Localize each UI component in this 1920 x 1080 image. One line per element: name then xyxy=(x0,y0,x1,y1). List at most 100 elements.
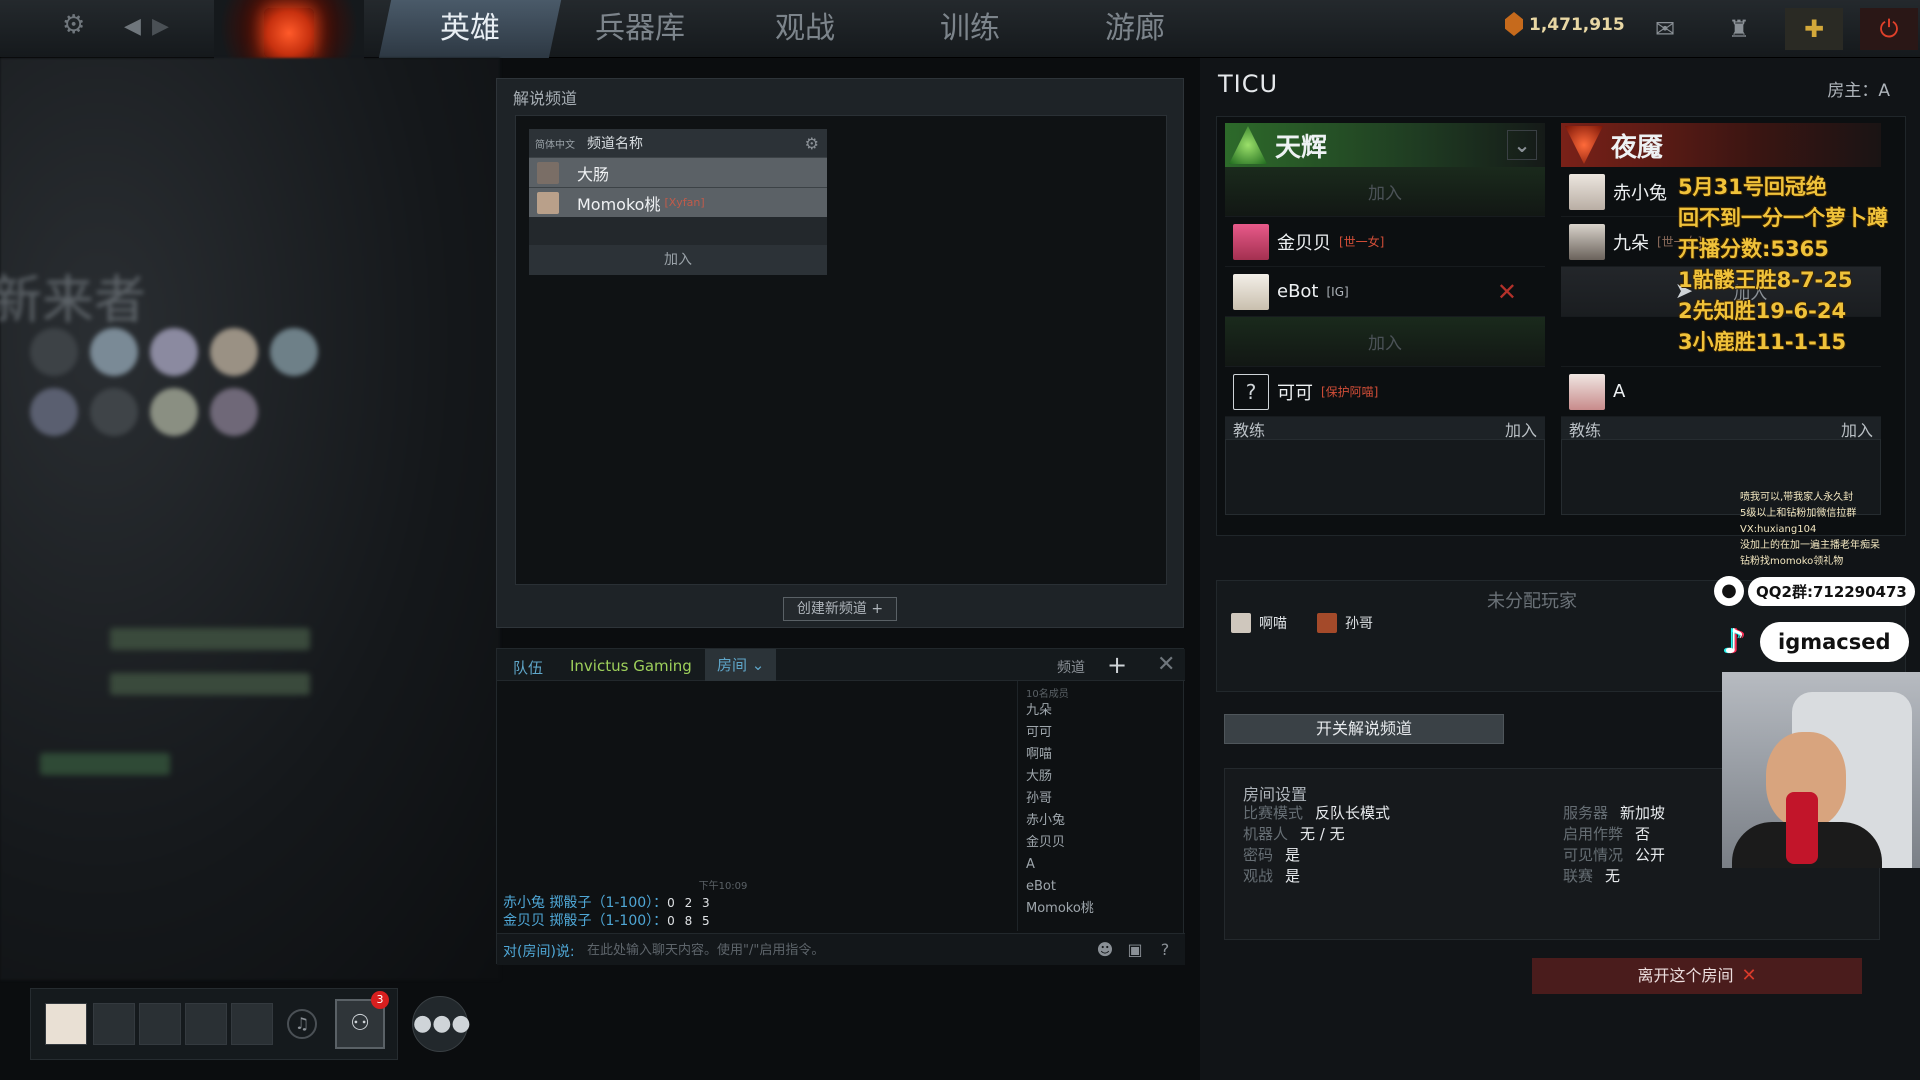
gear-icon[interactable]: ⚙ xyxy=(805,134,819,153)
unknown-avatar-icon: ? xyxy=(1233,373,1269,410)
member-list: 10名成员 九朵 可可 啊喵 大肠 孙哥 赤小兔 金贝贝 A eBot Momo… xyxy=(1017,681,1185,931)
tab-armory[interactable]: 兵器库 xyxy=(549,0,731,58)
player-slot[interactable]: eBot [IG] ✕ xyxy=(1225,267,1545,317)
channel-row[interactable]: 大肠 xyxy=(529,157,827,187)
player-slot[interactable]: ? 可可 [保护阿喵] xyxy=(1225,367,1545,417)
player-tag: [IG] xyxy=(1326,284,1349,299)
power-icon[interactable]: ⏻ xyxy=(1860,8,1918,50)
member-item[interactable]: 大肠 xyxy=(1026,766,1185,788)
caster-channel-panel: 解说频道 简体中文 频道名称 ⚙ 大肠 Momoko桃 [Xyfan] 加入 创… xyxy=(496,78,1184,628)
setting-row: 机器人无 / 无 xyxy=(1243,825,1345,843)
toggle-caster-channel-button[interactable]: 开关解说频道 xyxy=(1224,714,1504,744)
chat-input[interactable] xyxy=(587,938,1067,962)
channel-tag: [Xyfan] xyxy=(664,196,705,209)
tab-heroes[interactable]: 英雄 xyxy=(378,0,562,58)
member-item[interactable]: 赤小兔 xyxy=(1026,810,1185,832)
lobby-title: TICU xyxy=(1218,70,1279,98)
join-channel-button[interactable]: 加入 xyxy=(529,245,827,275)
close-icon[interactable]: ✕ xyxy=(1157,652,1175,677)
setting-row: 密码是 xyxy=(1243,846,1301,864)
tiktok-badge: ♪ igmacsed xyxy=(1714,620,1909,664)
language-label[interactable]: 简体中文 xyxy=(535,136,575,151)
member-item[interactable]: eBot xyxy=(1026,876,1185,898)
blurred-bar xyxy=(110,673,310,695)
join-slot-button[interactable]: 加入 xyxy=(1225,167,1545,217)
coach-slot[interactable] xyxy=(1225,439,1545,515)
gear-icon[interactable]: ⚙ xyxy=(62,10,85,40)
chat-timestamp: 下午10:09 xyxy=(698,881,748,892)
member-count: 10名成员 xyxy=(1026,689,1069,700)
avatar xyxy=(1569,173,1605,210)
create-channel-button[interactable]: 创建新频道 + xyxy=(783,597,897,621)
add-channel-icon[interactable]: + xyxy=(1107,651,1127,679)
help-icon[interactable]: ? xyxy=(1153,938,1177,962)
overlay-line: 5月31号回冠绝 xyxy=(1678,175,1827,199)
qq-group-text: QQ2群:712290473 xyxy=(1748,576,1915,606)
player-slot[interactable]: A xyxy=(1561,367,1881,417)
armory-icon[interactable]: ♜ xyxy=(1710,8,1768,50)
channel-table-header: 简体中文 频道名称 ⚙ xyxy=(529,129,827,157)
mail-icon[interactable]: ✉ xyxy=(1636,8,1694,50)
stream-promo-text: 喷我可以,带我家人永久封 5级以上和钻粉加微信拉群 VX:huxiang104 … xyxy=(1740,492,1880,567)
plus-icon: + xyxy=(871,601,884,617)
unassigned-player[interactable]: 啊喵 xyxy=(1231,613,1287,633)
blurred-orb xyxy=(30,388,78,436)
party-empty-slot[interactable] xyxy=(231,1003,273,1045)
party-empty-slot[interactable] xyxy=(185,1003,227,1045)
chat-tab-team[interactable]: 队伍 xyxy=(513,657,543,678)
tab-learn[interactable]: 训练 xyxy=(879,0,1061,58)
chat-target-label: 对(房间)说: xyxy=(503,944,575,960)
team-radiant: 天辉 ⌄ 加入 金贝贝 [世一女] eBot [IG] ✕ 加入 ? 可可 [保… xyxy=(1225,123,1545,515)
forward-arrow-icon[interactable]: ▶ xyxy=(152,14,169,39)
back-arrow-icon[interactable]: ◀ xyxy=(124,14,141,39)
team-radiant-header: 天辉 ⌄ xyxy=(1225,123,1545,167)
party-empty-slot[interactable] xyxy=(93,1003,135,1045)
channel-row[interactable]: Momoko桃 [Xyfan] xyxy=(529,187,827,217)
chat-tab-channel[interactable]: 频道 xyxy=(1057,657,1085,677)
tab-arcade[interactable]: 游廊 xyxy=(1044,0,1226,58)
coach-label: 教练 xyxy=(1569,421,1602,440)
channel-empty-row xyxy=(529,217,827,245)
party-empty-slot[interactable] xyxy=(139,1003,181,1045)
screenshot-icon[interactable]: ▣ xyxy=(1123,938,1147,962)
voice-chat-icon[interactable]: ♫ xyxy=(287,1009,317,1039)
chevron-down-icon[interactable]: ⌄ xyxy=(1507,130,1537,160)
chat-tab-guild[interactable]: Invictus Gaming xyxy=(570,657,692,675)
member-item[interactable]: 金贝贝 xyxy=(1026,832,1185,854)
setting-row: 可见情况 公开 xyxy=(1563,846,1666,864)
player-slot[interactable]: 金贝贝 [世一女] xyxy=(1225,217,1545,267)
avatar xyxy=(1317,613,1337,633)
chat-tab-room[interactable]: 房间 ⌄ xyxy=(705,649,777,681)
member-item[interactable]: 啊喵 xyxy=(1026,744,1185,766)
coach-join-button[interactable]: 加入 xyxy=(1841,417,1873,440)
join-slot-button[interactable]: 加入 xyxy=(1225,317,1545,367)
unassigned-player[interactable]: 孙哥 xyxy=(1317,613,1373,633)
overlay-line: 2先知胜19-6-24 xyxy=(1678,299,1847,323)
setting-row: 启用作弊否 xyxy=(1563,825,1651,843)
overlay-line: 回不到一分一个萝卜蹲 xyxy=(1678,206,1888,230)
lobby-host: 房主：A xyxy=(1827,81,1890,101)
member-item[interactable]: 可可 xyxy=(1026,722,1185,744)
member-item[interactable]: Momoko桃 xyxy=(1026,898,1185,920)
kick-icon[interactable]: ✕ xyxy=(1497,278,1517,306)
player-tag: [保护阿喵] xyxy=(1321,385,1379,399)
member-item[interactable]: 九朵 xyxy=(1026,700,1185,722)
tab-watch[interactable]: 观战 xyxy=(714,0,896,58)
shards-counter[interactable]: 1,471,915 xyxy=(1505,12,1625,36)
member-item[interactable]: 孙哥 xyxy=(1026,788,1185,810)
overlay-line: 3小鹿胜11-1-15 xyxy=(1678,330,1847,354)
player-tag: [世一女] xyxy=(1339,235,1385,249)
team-dire-header: 夜魇 xyxy=(1561,123,1881,167)
blurred-orb xyxy=(150,388,198,436)
friends-menu-button[interactable]: ●●● xyxy=(412,996,471,1052)
party-self-avatar[interactable] xyxy=(45,1003,87,1045)
blurred-orb xyxy=(90,388,138,436)
leave-room-button[interactable]: 离开这个房间 ✕ xyxy=(1532,958,1862,994)
room-settings-title: 房间设置 xyxy=(1243,785,1308,804)
channel-table: 简体中文 频道名称 ⚙ 大肠 Momoko桃 [Xyfan] 加入 xyxy=(529,129,827,275)
dota-plus-icon[interactable]: ✚ xyxy=(1785,8,1843,50)
member-item[interactable]: A xyxy=(1026,854,1185,876)
emoji-icon[interactable]: ☻ xyxy=(1093,938,1117,962)
coach-join-button[interactable]: 加入 xyxy=(1505,417,1537,440)
settings-column: 服务器 新加坡 启用作弊否 可见情况 公开 联赛无 xyxy=(1563,803,1665,887)
